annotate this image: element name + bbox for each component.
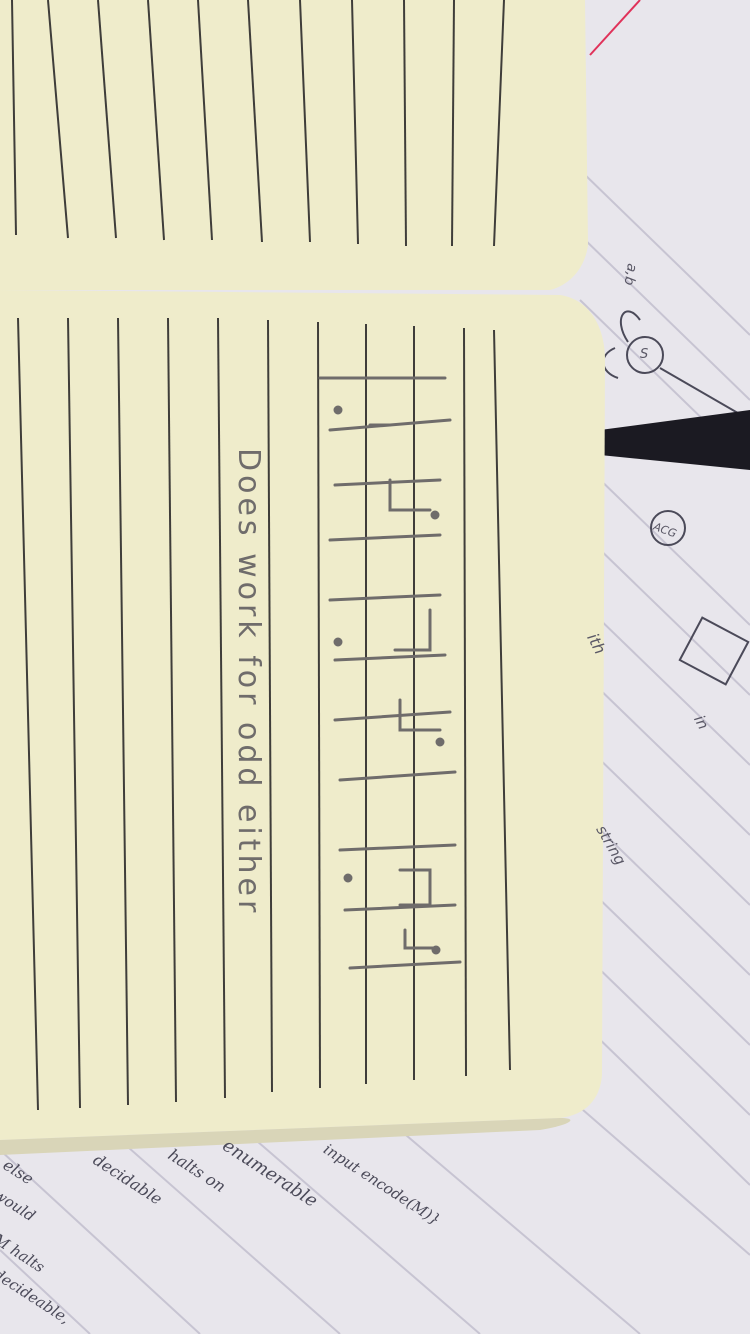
note-input-encode: input encode(M)}	[320, 1140, 444, 1229]
note-decidable: decidable	[89, 1150, 166, 1209]
handwritten-caption: Does work for odd either	[231, 448, 266, 917]
photo-scene	[0, 0, 750, 1334]
note-state-label: S	[640, 347, 649, 362]
note-else: else	[0, 1155, 38, 1189]
note-enumerable: enumerable	[218, 1135, 322, 1212]
notebook-top-page	[0, 0, 588, 290]
notebook-bottom-page	[0, 290, 605, 1140]
notebook	[0, 0, 605, 1155]
note-would: would	[0, 1185, 39, 1226]
bottom-notes: enumerable input encode(M)} halts on dec…	[0, 1135, 750, 1334]
